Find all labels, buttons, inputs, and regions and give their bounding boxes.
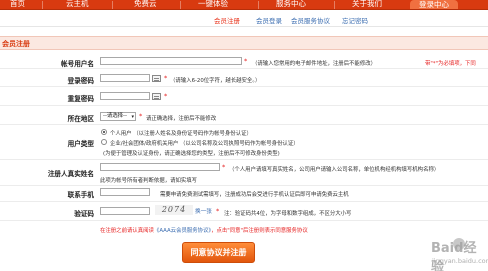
nav-about[interactable]: 关于我们 <box>352 0 382 9</box>
watermark-text: Baid经验 <box>431 241 477 271</box>
real-name-hint: （个人用户请填写真实姓名，公司用户请输入公司名称，单位机构经机构填写机构名称） <box>229 167 440 173</box>
real-name-label: 注册人真实姓名 <box>47 170 94 178</box>
section-header: 会员注册 <box>0 36 488 50</box>
row-divider <box>0 201 488 202</box>
required-star: * <box>222 163 226 171</box>
user-type-enterprise-radio[interactable] <box>101 139 107 145</box>
account-hint: （请输入您常用的电子邮件地址，注册后不能修改） <box>252 61 376 67</box>
agreement-suffix: ，点击"同意"后注册则表示同意服务协议 <box>211 228 308 234</box>
nav-login-center[interactable]: 登录中心 <box>410 0 458 9</box>
tab-forgot-password[interactable]: 忘记密码 <box>342 15 368 25</box>
row-divider <box>0 105 488 106</box>
nav-divider <box>112 1 113 9</box>
sub-tabs: 会员注册 会员登录 会员服务协议 忘记密码 <box>0 10 488 27</box>
region-hint: 请正确选择，注册后不能修改 <box>146 116 217 122</box>
row-divider <box>0 68 488 69</box>
section-title: 会员注册 <box>2 40 30 48</box>
nav-service-center[interactable]: 服务中心 <box>276 0 306 9</box>
captcha-hint: 注：验证码共4位，为字母和数字组成，不区分大小写 <box>224 211 352 217</box>
agreement-text: 在注册之前请认真阅读《AAA云会员服务协议》，点击"同意"后注册则表示同意服务协… <box>100 226 308 234</box>
row-divider <box>0 124 488 125</box>
nav-divider <box>258 1 259 9</box>
top-nav: 首页 云主机 免费云 一键体验 服务中心 关于我们 登录中心 <box>0 0 488 10</box>
tab-register[interactable]: 会员注册 <box>214 15 240 25</box>
required-star: * <box>244 57 248 65</box>
region-label: 所在地区 <box>67 115 94 123</box>
phone-hint: 需要申请免费测试需填写，注册成功后会受进行手机认证后即可申请免费云主机 <box>160 192 349 198</box>
password-label: 登录密码 <box>67 77 94 85</box>
captcha-image[interactable]: 2074 <box>155 205 193 215</box>
captcha-refresh-link[interactable]: 换一张 <box>195 207 212 215</box>
password-confirm-input[interactable] <box>100 92 150 100</box>
user-type-enterprise-label: 企业/社会团体/政府机关用户 （以公司名称及公司执照号码作为帐号身份认证） <box>110 141 299 147</box>
required-star: * <box>139 112 143 120</box>
watermark-sub: jingyan.baidu.com <box>432 257 488 265</box>
row-divider <box>0 86 488 87</box>
user-type-personal-label: 个人用户 （以注册人姓名及身份证号码作为帐号身份认证） <box>110 131 252 137</box>
real-name-hint-2: 此项为帐号所有者判断依据，请如实填写 <box>100 178 198 184</box>
agree-register-button[interactable]: 同意协议并注册 <box>182 242 255 263</box>
password-hint: （请输入6-20位字符，越长越安全。） <box>170 78 261 84</box>
required-note: 带"*"为必填项，下同 <box>425 61 476 67</box>
required-star: * <box>164 74 168 82</box>
nav-home[interactable]: 首页 <box>10 0 25 9</box>
password-input[interactable] <box>100 74 150 82</box>
captcha-input[interactable] <box>100 207 150 215</box>
required-star: * <box>216 207 220 215</box>
agreement-link[interactable]: 《AAA云会员服务协议》 <box>154 228 211 234</box>
tab-login[interactable]: 会员登录 <box>256 15 282 25</box>
keyboard-icon[interactable] <box>152 93 161 100</box>
captcha-label: 验证码 <box>74 210 94 218</box>
account-input[interactable] <box>100 57 242 65</box>
tab-service-agreement[interactable]: 会员服务协议 <box>291 15 330 25</box>
user-type-label: 用户类型 <box>67 140 94 148</box>
keyboard-icon[interactable] <box>152 75 161 82</box>
account-label: 帐号用户名 <box>61 60 94 68</box>
row-divider <box>0 185 488 186</box>
nav-cloud-host[interactable]: 云主机 <box>66 0 89 9</box>
phone-input[interactable] <box>100 188 150 196</box>
nav-divider <box>334 1 335 9</box>
nav-free-cloud[interactable]: 免费云 <box>134 0 157 9</box>
nav-divider <box>42 1 43 9</box>
password-confirm-label: 重复密码 <box>67 95 94 103</box>
region-select[interactable]: --请选择-- ▾ <box>100 112 136 121</box>
user-type-note: (为便于管理及认证身份，请正确选择您的类型，注册后不可修改身份类型) <box>103 151 280 157</box>
user-type-personal-radio[interactable] <box>101 129 107 135</box>
agreement-prefix: 在注册之前请认真阅读 <box>100 228 154 234</box>
baidu-jingyan-watermark: Baid经验 jingyan.baidu.com <box>387 232 488 271</box>
real-name-input[interactable] <box>100 163 220 171</box>
phone-label: 联系手机 <box>67 191 94 199</box>
row-divider <box>0 220 488 221</box>
required-star: * <box>164 92 168 100</box>
row-divider <box>0 159 488 160</box>
region-select-value: --请选择-- <box>103 113 127 119</box>
nav-one-click[interactable]: 一键体验 <box>198 0 228 9</box>
nav-divider <box>180 1 181 9</box>
chevron-down-icon: ▾ <box>131 114 134 120</box>
